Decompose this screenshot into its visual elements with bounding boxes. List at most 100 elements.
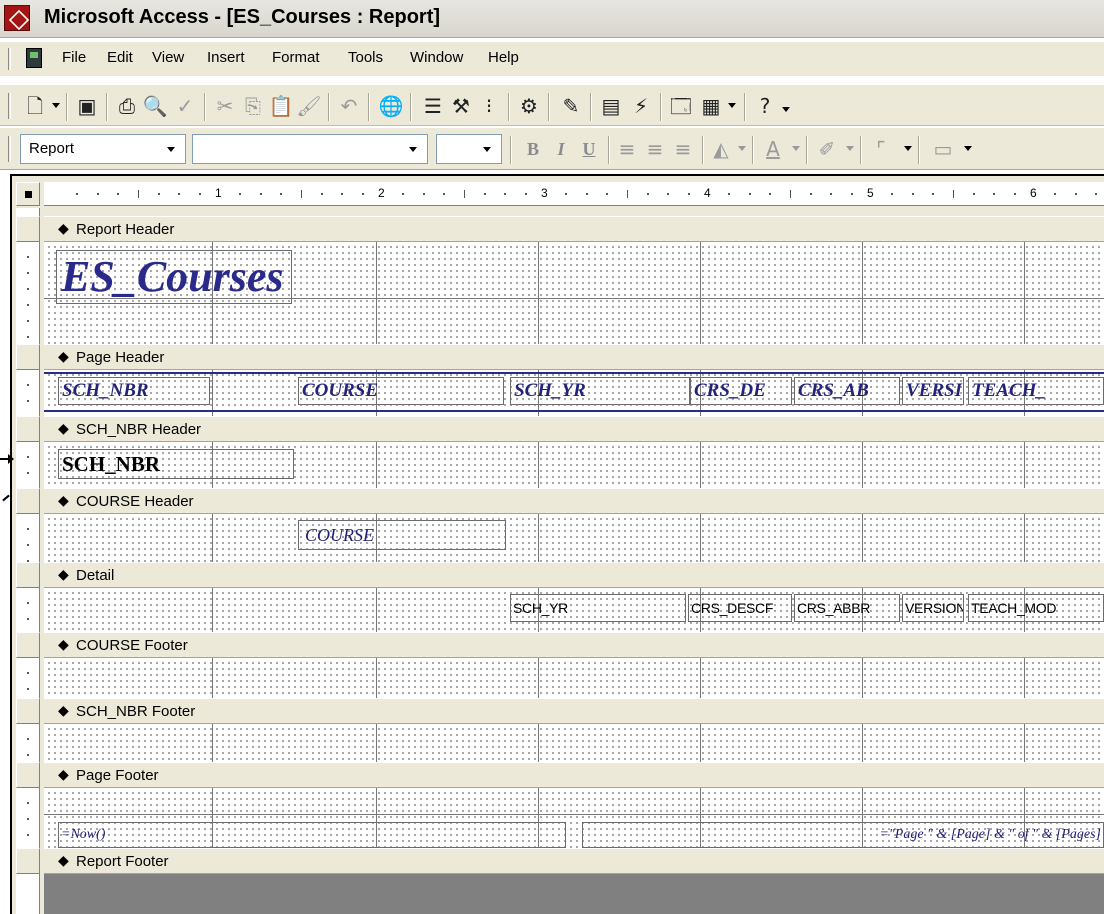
line-width-icon[interactable]: ⌜ — [868, 136, 894, 162]
menu-window[interactable]: Window — [410, 49, 463, 66]
format-painter-icon[interactable]: 🖌 — [296, 93, 322, 119]
page-header-label[interactable]: COURSE — [298, 377, 504, 405]
menubar-grip[interactable] — [8, 48, 11, 70]
menu-help[interactable]: Help — [488, 49, 519, 66]
save-icon[interactable]: ▣ — [74, 93, 100, 119]
page-header-label[interactable]: TEACH_ — [968, 377, 1104, 405]
font-name-combo[interactable] — [192, 134, 428, 164]
italic-button[interactable]: I — [548, 136, 574, 162]
bold-button[interactable]: B — [520, 136, 546, 162]
section-selector[interactable] — [16, 762, 40, 788]
print-icon[interactable]: ⎙ — [114, 93, 140, 119]
copy-icon[interactable]: ⎘ — [240, 93, 266, 119]
menu-tools[interactable]: Tools — [348, 49, 383, 66]
section-bar[interactable]: ◆ Report Header — [44, 216, 1104, 242]
database-window-icon[interactable]: 🗔 — [668, 93, 694, 119]
font-color-arrow[interactable] — [792, 146, 800, 151]
menu-file[interactable]: File — [62, 49, 86, 66]
build-icon[interactable]: ⚡ — [628, 93, 654, 119]
section-arrow-icon: ◆ — [58, 567, 69, 583]
report-title-label[interactable]: ES_Courses — [56, 250, 292, 304]
section-selector[interactable] — [16, 416, 40, 442]
align-center-icon[interactable]: ≡ — [642, 136, 668, 162]
help-icon[interactable]: ? — [752, 93, 778, 119]
toolbar-grip[interactable] — [8, 93, 11, 119]
toolbar-options-arrow[interactable] — [782, 107, 790, 112]
line-color-icon[interactable]: ✐ — [814, 136, 840, 162]
section-bar[interactable]: ◆ COURSE Footer — [44, 632, 1104, 658]
section-bar[interactable]: ◆ Page Header — [44, 344, 1104, 370]
section-bar[interactable]: ◆ SCH_NBR Header — [44, 416, 1104, 442]
toolbar-grip[interactable] — [8, 136, 11, 162]
now-textbox[interactable]: =Now() — [58, 822, 566, 848]
special-effect-icon[interactable]: ▭ — [930, 136, 956, 162]
new-object-icon[interactable]: ▦ — [698, 93, 724, 119]
chevron-down-icon[interactable] — [474, 136, 500, 162]
horizontal-ruler[interactable]: 1 2 3 4 5 6 — [44, 182, 1104, 206]
underline-button[interactable]: U — [576, 136, 602, 162]
page-header-label[interactable]: CRS_DE — [690, 377, 792, 405]
detail-textbox[interactable]: SCH_YR — [510, 594, 686, 622]
section-body[interactable]: ES_Courses — [44, 242, 1104, 354]
print-preview-icon[interactable]: 🔍 — [142, 93, 168, 119]
section-selector[interactable] — [16, 698, 40, 724]
field-list-icon[interactable]: ☰ — [420, 93, 446, 119]
view-icon[interactable]: 🗋 — [22, 93, 48, 119]
section-bar[interactable]: ◆ COURSE Header — [44, 488, 1104, 514]
view-dropdown-arrow[interactable] — [52, 103, 60, 108]
autoformat-icon[interactable]: ⚙ — [516, 93, 542, 119]
align-right-icon[interactable]: ≡ — [670, 136, 696, 162]
toolbox-icon[interactable]: ⚒ — [448, 93, 474, 119]
section-selector[interactable] — [16, 488, 40, 514]
align-left-icon[interactable]: ≡ — [614, 136, 640, 162]
detail-textbox[interactable]: CRS_DESCF — [688, 594, 792, 622]
course-textbox[interactable]: COURSE — [298, 520, 506, 550]
properties-icon[interactable]: ▤ — [598, 93, 624, 119]
cut-icon[interactable]: ✂ — [212, 93, 238, 119]
page-header-label[interactable]: SCH_YR — [510, 377, 690, 405]
section-selector[interactable] — [16, 344, 40, 370]
section-selector[interactable] — [16, 632, 40, 658]
special-effect-arrow[interactable] — [964, 146, 972, 151]
section-bar[interactable]: ◆ Page Footer — [44, 762, 1104, 788]
menu-view[interactable]: View — [152, 49, 184, 66]
code-icon[interactable]: ✎ — [558, 93, 584, 119]
chevron-down-icon[interactable] — [158, 136, 184, 162]
section-selector[interactable] — [16, 848, 40, 874]
paste-icon[interactable]: 📋 — [268, 93, 294, 119]
page-header-label[interactable]: CRS_AB — [794, 377, 900, 405]
section-selector[interactable] — [16, 562, 40, 588]
sorting-grouping-icon[interactable]: ⁝ — [476, 93, 502, 119]
section-bar[interactable]: ◆ SCH_NBR Footer — [44, 698, 1104, 724]
menu-edit[interactable]: Edit — [107, 49, 133, 66]
menu-format[interactable]: Format — [272, 49, 320, 66]
page-header-label[interactable]: SCH_NBR — [58, 377, 210, 405]
sch-nbr-textbox[interactable]: SCH_NBR — [58, 449, 294, 479]
section-selector[interactable] — [16, 216, 40, 242]
new-object-dropdown-arrow[interactable] — [728, 103, 736, 108]
vertical-ruler[interactable] — [16, 208, 40, 914]
undo-icon[interactable]: ↶ — [336, 93, 362, 119]
report-document-icon[interactable] — [26, 48, 42, 68]
line-color-arrow[interactable] — [846, 146, 854, 151]
spelling-icon[interactable]: ✓ — [172, 93, 198, 119]
section-bar[interactable]: ◆ Detail — [44, 562, 1104, 588]
detail-textbox[interactable]: CRS_ABBR — [794, 594, 900, 622]
fill-color-arrow[interactable] — [738, 146, 746, 151]
font-color-icon[interactable]: A — [760, 136, 786, 162]
menu-insert[interactable]: Insert — [207, 49, 245, 66]
object-combo[interactable]: Report — [20, 134, 186, 164]
report-selector[interactable] — [16, 182, 40, 206]
ruler-dot — [728, 193, 730, 195]
chevron-down-icon[interactable] — [400, 136, 426, 162]
access-app-icon[interactable] — [4, 5, 30, 31]
fill-color-icon[interactable]: ◭ — [708, 136, 734, 162]
detail-textbox[interactable]: VERSION — [902, 594, 964, 622]
page-header-label[interactable]: VERSI — [902, 377, 964, 405]
section-bar[interactable]: ◆ Report Footer — [44, 848, 1104, 874]
font-size-combo[interactable] — [436, 134, 502, 164]
line-width-arrow[interactable] — [904, 146, 912, 151]
insert-hyperlink-icon[interactable]: 🌐 — [378, 93, 404, 119]
page-number-textbox[interactable]: ="Page " & [Page] & " of " & [Pages] — [582, 822, 1104, 848]
detail-textbox[interactable]: TEACH_MOD — [968, 594, 1104, 622]
